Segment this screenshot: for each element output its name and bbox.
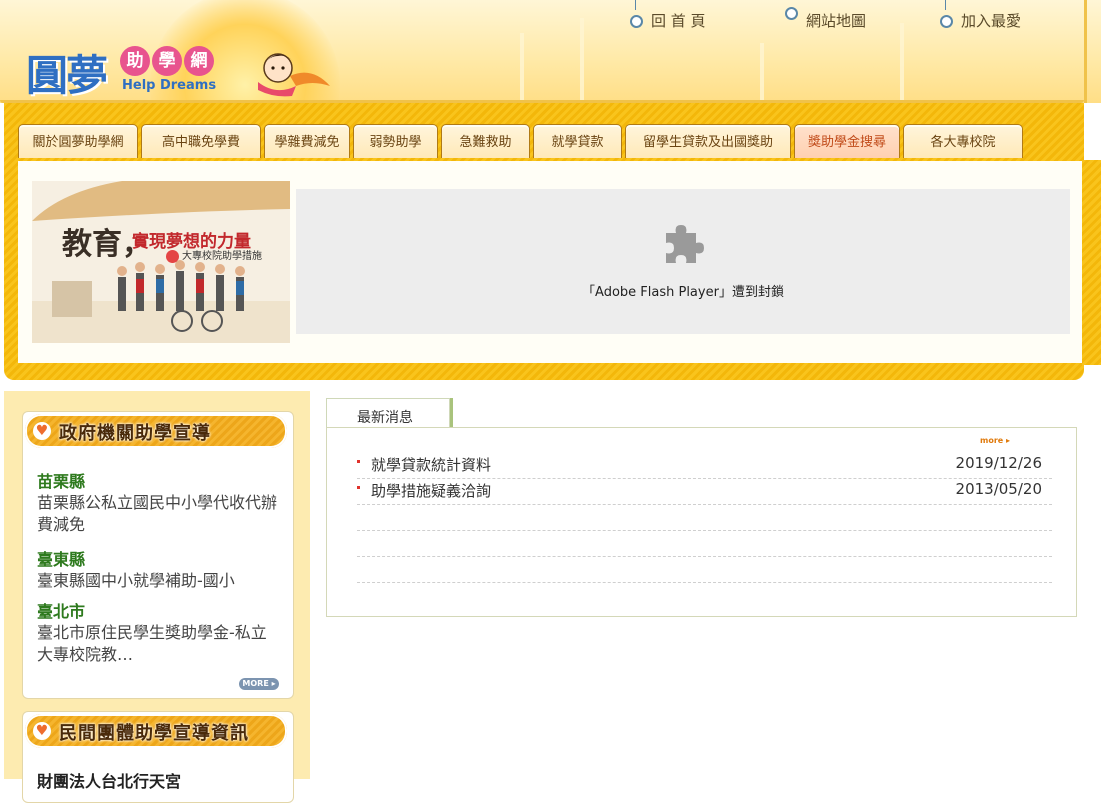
- circle-bullet-icon: [785, 7, 798, 20]
- tab-label: 就學貸款: [551, 135, 604, 150]
- tab-study-abroad-loans[interactable]: 留學生貸款及出國獎助: [625, 124, 791, 158]
- news-item: [357, 530, 1052, 557]
- logo-badge: 助: [120, 46, 150, 76]
- civil-promo-panel: ♥ 民間團體助學宣導資訊 財團法人台北行天宮: [22, 711, 294, 803]
- panel-header: ♥ 政府機關助學宣導: [25, 414, 287, 448]
- news-title: 助學措施疑義洽詢: [371, 482, 492, 500]
- promo-region: 臺北市: [37, 602, 86, 621]
- logo-badge: 網: [184, 46, 214, 76]
- logo-english: Help Dreams: [122, 78, 217, 93]
- circle-bullet-icon: [940, 15, 953, 28]
- left-sidebar: ♥ 政府機關助學宣導 苗栗縣 苗栗縣公私立國民中小學代收代辦費減免 臺東縣 臺東…: [4, 391, 310, 803]
- tab-label: 關於圓夢助學網: [32, 135, 124, 150]
- promo-region: 財團法人台北行天宮: [37, 772, 182, 791]
- bullet-icon: [357, 486, 360, 489]
- tab-latest-news[interactable]: 最新消息: [326, 398, 450, 428]
- tab-label: 留學生貸款及出國獎助: [642, 135, 773, 150]
- promo-text: 苗栗縣公私立國民中小學代收代辦費減免: [37, 493, 278, 534]
- news-item[interactable]: 就學貸款統計資料 2019/12/26: [357, 452, 1052, 479]
- tab-label: 各大專校院: [930, 135, 996, 150]
- tab-colleges[interactable]: 各大專校院: [903, 124, 1023, 158]
- tab-label: 急難救助: [459, 135, 512, 150]
- site-logo[interactable]: 圓夢 助學網 Help Dreams: [26, 36, 336, 100]
- home-link[interactable]: 回 首 頁: [630, 0, 706, 31]
- news-item: [357, 504, 1052, 531]
- band-edge: [1082, 160, 1101, 365]
- tree-decoration: [520, 33, 524, 103]
- panel-title: 民間團體助學宣導資訊: [59, 723, 249, 744]
- panel-header: ♥ 民間團體助學宣導資訊: [25, 714, 287, 748]
- sitemap-link[interactable]: 網站地圖: [785, 7, 867, 31]
- tab-tuition-reduction[interactable]: 學雜費減免: [264, 124, 350, 158]
- heart-icon: ♥: [33, 422, 51, 440]
- promo-region: 苗栗縣: [37, 472, 86, 491]
- tab-scholarship-search[interactable]: 獎助學金搜尋: [794, 124, 900, 158]
- promo-item[interactable]: 臺北市 臺北市原住民學生獎助學金-私立大專校院教…: [37, 598, 277, 666]
- mascot-illustration: [258, 53, 330, 97]
- nav-band: 關於圓夢助學網 高中職免學費 學雜費減免 弱勢助學 急難救助 就學貸款 留學生貸…: [4, 103, 1084, 380]
- tab-student-loans[interactable]: 就學貸款: [533, 124, 622, 158]
- puzzle-piece-icon: [666, 225, 704, 263]
- panel-title: 政府機關助學宣導: [59, 423, 211, 444]
- banner-area: 教育， 實現夢想的力量 大專校院助學措施 「Adobe Flash Player…: [18, 161, 1084, 363]
- link-stem: [635, 0, 636, 10]
- logo-badges: 助學網: [120, 46, 216, 76]
- logo-badge: 學: [152, 46, 182, 76]
- news-item: [357, 556, 1052, 583]
- promo-text: 臺東縣國中小就學補助-國小: [37, 571, 235, 590]
- promo-item[interactable]: 財團法人台北行天宮: [37, 768, 181, 792]
- tab-label: 弱勢助學: [369, 135, 422, 150]
- favorites-link[interactable]: 加入最愛: [940, 0, 1022, 31]
- favorites-link-label: 加入最愛: [961, 12, 1022, 30]
- tab-label: 學雜費減免: [274, 135, 340, 150]
- circle-bullet-icon: [630, 15, 643, 28]
- home-link-label: 回 首 頁: [651, 12, 706, 30]
- tab-disadvantaged-aid[interactable]: 弱勢助學: [353, 124, 438, 158]
- tab-emergency-relief[interactable]: 急難救助: [441, 124, 530, 158]
- banner-caption-text: 大專校院助學措施: [182, 251, 262, 262]
- news-date: 2013/05/20: [955, 480, 1042, 498]
- promo-region: 臺東縣: [37, 550, 86, 569]
- tab-label: 高中職免學費: [161, 135, 240, 150]
- tab-about[interactable]: 關於圓夢助學網: [18, 124, 138, 158]
- flash-placeholder[interactable]: 「Adobe Flash Player」遭到封鎖: [296, 189, 1070, 334]
- tab-label: 獎助學金搜尋: [807, 135, 886, 150]
- flash-blocked-message: 「Adobe Flash Player」遭到封鎖: [582, 285, 784, 300]
- promo-item[interactable]: 苗栗縣 苗栗縣公私立國民中小學代收代辦費減免: [37, 468, 277, 536]
- news-panel: more ▸ 就學貸款統計資料 2019/12/26 助學措施疑義洽詢 2013…: [326, 427, 1077, 617]
- site-header: 圓夢 助學網 Help Dreams 回 首 頁 網站地圖 加入最愛: [0, 0, 1101, 103]
- link-stem: [945, 0, 946, 10]
- top-links: 回 首 頁 網站地圖 加入最愛: [0, 0, 1101, 38]
- sitemap-link-label: 網站地圖: [806, 12, 867, 30]
- news-title: 就學貸款統計資料: [371, 456, 492, 474]
- more-button[interactable]: MORE ▸: [239, 678, 279, 690]
- heart-icon: ♥: [33, 722, 51, 740]
- tree-decoration: [760, 43, 764, 103]
- promo-banner[interactable]: 教育， 實現夢想的力量 大專校院助學措施: [32, 181, 290, 343]
- badge-icon: [166, 249, 179, 263]
- news-item[interactable]: 助學措施疑義洽詢 2013/05/20: [357, 478, 1052, 505]
- logo-text: 圓夢: [26, 51, 108, 100]
- gov-promo-panel: ♥ 政府機關助學宣導 苗栗縣 苗栗縣公私立國民中小學代收代辦費減免 臺東縣 臺東…: [22, 411, 294, 699]
- news-more-link[interactable]: more ▸: [980, 436, 1010, 445]
- bullet-icon: [357, 460, 360, 463]
- banner-caption: 大專校院助學措施: [166, 247, 262, 263]
- promo-item[interactable]: 臺東縣 臺東縣國中小就學補助-國小: [37, 546, 277, 592]
- news-date: 2019/12/26: [955, 454, 1042, 472]
- tab-high-school-free-tuition[interactable]: 高中職免學費: [141, 124, 261, 158]
- promo-text: 臺北市原住民學生獎助學金-私立大專校院教…: [37, 623, 267, 664]
